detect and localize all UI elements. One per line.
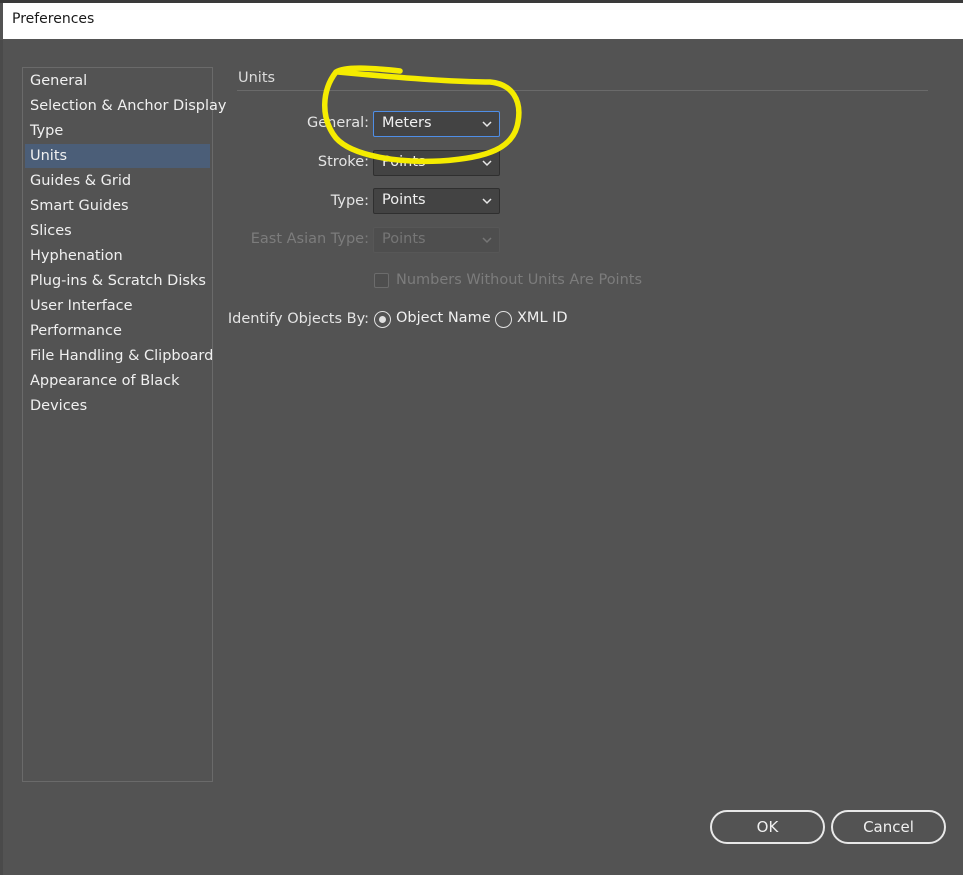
sidebar-item-plugins-scratch-disks[interactable]: Plug-ins & Scratch Disks [25,269,210,293]
section-title: Units [238,70,276,86]
cancel-button[interactable]: Cancel [831,810,946,844]
identify-objects-label: Identify Objects By: [227,311,369,327]
chevron-down-icon [482,198,492,205]
type-units-label: Type: [330,193,369,209]
sidebar-item-general[interactable]: General [25,69,210,93]
stroke-units-dropdown[interactable]: Points [373,150,500,176]
object-name-radio[interactable] [374,311,391,328]
east-asian-type-label: East Asian Type: [250,231,369,247]
window-left-edge [0,40,3,875]
xml-id-label[interactable]: XML ID [517,310,568,326]
sidebar-item-guides-grid[interactable]: Guides & Grid [25,169,210,193]
east-asian-type-dropdown: Points [373,227,500,253]
chevron-down-icon [482,160,492,167]
general-units-label: General: [306,115,369,131]
preferences-dialog: Preferences General Selection & Anchor D… [0,0,963,875]
stroke-units-value: Points [382,154,426,170]
numbers-without-units-checkbox [374,273,389,288]
type-units-value: Points [382,192,426,208]
general-units-value: Meters [382,115,432,131]
chevron-down-icon [482,237,492,244]
sidebar-item-appearance-of-black[interactable]: Appearance of Black [25,369,210,393]
object-name-label[interactable]: Object Name [396,310,491,326]
ok-button[interactable]: OK [710,810,825,844]
sidebar-item-hyphenation[interactable]: Hyphenation [25,244,210,268]
general-units-dropdown[interactable]: Meters [373,111,500,137]
chevron-down-icon [482,121,492,128]
sidebar-item-devices[interactable]: Devices [25,394,210,418]
category-list[interactable]: General Selection & Anchor Display Type … [22,67,227,782]
xml-id-radio[interactable] [495,311,512,328]
section-divider [237,90,928,91]
east-asian-type-value: Points [382,231,426,247]
title-bar[interactable]: Preferences [3,3,963,39]
window-title: Preferences [12,11,95,27]
numbers-without-units-label: Numbers Without Units Are Points [396,272,643,288]
sidebar-item-file-handling-clipboard[interactable]: File Handling & Clipboard [25,344,213,368]
stroke-units-label: Stroke: [317,154,369,170]
type-units-dropdown[interactable]: Points [373,188,500,214]
